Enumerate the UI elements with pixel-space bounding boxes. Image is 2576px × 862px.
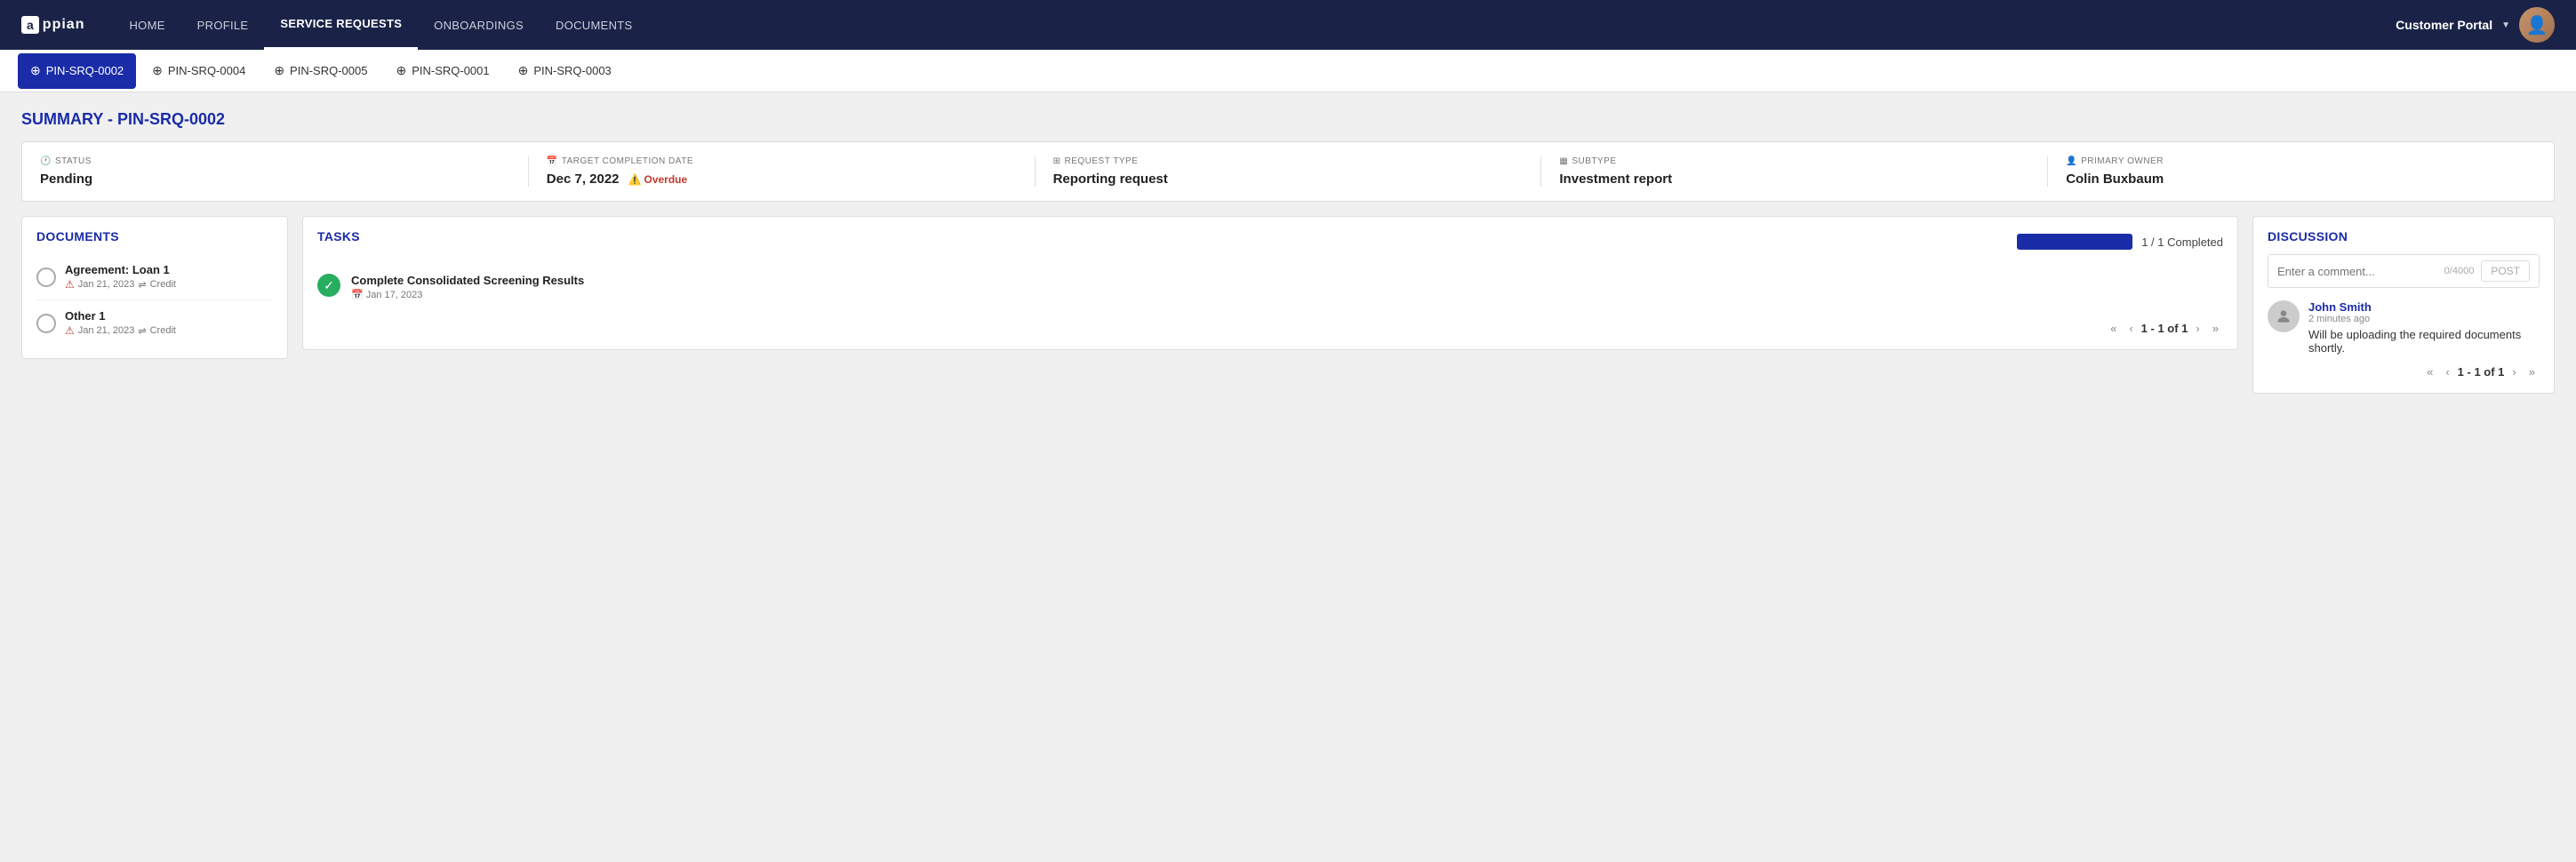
share-icon-1: ⇌ [138, 325, 146, 337]
tab-icon-3: ⊕ [396, 63, 406, 78]
primary-owner-value: Colin Buxbaum [2066, 172, 2536, 187]
tasks-next-btn[interactable]: › [2191, 320, 2204, 337]
disc-next-btn[interactable]: › [2508, 363, 2520, 380]
field-request-type: ⊞ REQUEST TYPE Reporting request [1053, 156, 1542, 187]
status-value: Pending [40, 172, 510, 187]
calendar-icon: 📅 [547, 156, 558, 166]
comment-input-row: 0/4000 POST [2268, 254, 2540, 288]
discussion-pagination: « ‹ 1 - 1 of 1 › » [2268, 363, 2540, 380]
overdue-badge: ⚠️ Overdue [628, 173, 688, 186]
tasks-header: TASKS 1 / 1 Completed [317, 229, 2223, 254]
clock-icon: 🕐 [40, 156, 52, 166]
field-subtype: ▦ SUBTYPE Investment report [1559, 156, 2048, 187]
discussion-title: DISCUSSION [2268, 229, 2540, 243]
request-type-value: Reporting request [1053, 172, 1524, 187]
field-target-date: 📅 TARGET COMPLETION DATE Dec 7, 2022 ⚠️ … [547, 156, 1036, 187]
task-check-0: ✓ [317, 274, 340, 297]
doc-warn-icon-1: ⚠ [65, 324, 75, 337]
tasks-pagination: « ‹ 1 - 1 of 1 › » [317, 320, 2223, 337]
disc-prev-btn[interactable]: ‹ [2441, 363, 2453, 380]
nav-onboardings[interactable]: ONBOARDINGS [418, 0, 540, 50]
task-cal-icon: 📅 [351, 289, 364, 300]
subtype-icon: ▦ [1559, 156, 1568, 166]
doc-name-1: Other 1 [65, 309, 176, 323]
tasks-prev-btn[interactable]: ‹ [2124, 320, 2137, 337]
avatar[interactable]: 👤 [2519, 7, 2555, 43]
summary-title: SUMMARY - PIN-SRQ-0002 [21, 110, 2555, 129]
appian-logo[interactable]: a ppian [21, 16, 84, 34]
tasks-page-info: 1 - 1 of 1 [2141, 322, 2188, 335]
tab-pin-srq-0003[interactable]: ⊕ PIN-SRQ-0003 [506, 53, 624, 89]
tab-icon-0: ⊕ [30, 63, 41, 78]
nav-home[interactable]: HOME [113, 0, 180, 50]
tab-pin-srq-0002[interactable]: ⊕ PIN-SRQ-0002 [18, 53, 136, 89]
comment-input[interactable] [2277, 265, 2437, 278]
comment-time-0: 2 minutes ago [2308, 314, 2540, 324]
nav-service-requests[interactable]: SERVICE REQUESTS [264, 0, 418, 50]
tasks-title: TASKS [317, 229, 360, 243]
comment-text-0: Will be uploading the required documents… [2308, 328, 2540, 355]
task-name-0: Complete Consolidated Screening Results [351, 274, 584, 287]
documents-panel: DOCUMENTS Agreement: Loan 1 ⚠ Jan 21, 20… [21, 216, 288, 359]
tab-icon-4: ⊕ [518, 63, 529, 78]
avatar-image: 👤 [2519, 7, 2555, 43]
disc-first-btn[interactable]: « [2422, 363, 2437, 380]
share-icon-0: ⇌ [138, 279, 146, 291]
tasks-last-btn[interactable]: » [2208, 320, 2223, 337]
tab-icon-1: ⊕ [152, 63, 163, 78]
tasks-first-btn[interactable]: « [2106, 320, 2121, 337]
target-date-value: Dec 7, 2022 [547, 172, 620, 187]
tab-pin-srq-0004[interactable]: ⊕ PIN-SRQ-0004 [140, 53, 258, 89]
documents-title: DOCUMENTS [36, 229, 273, 243]
nav-documents[interactable]: DOCUMENTS [540, 0, 648, 50]
subtype-value: Investment report [1559, 172, 2029, 187]
user-icon [2275, 307, 2292, 325]
nav-links: HOME PROFILE SERVICE REQUESTS ONBOARDING… [113, 0, 2396, 50]
tab-pin-srq-0005[interactable]: ⊕ PIN-SRQ-0005 [261, 53, 380, 89]
tab-pin-srq-0001[interactable]: ⊕ PIN-SRQ-0001 [383, 53, 501, 89]
progress-bar-container: 1 / 1 Completed [2017, 234, 2223, 250]
main-content: SUMMARY - PIN-SRQ-0002 🕐 STATUS Pending … [0, 92, 2576, 411]
navbar-right: Customer Portal ▼ 👤 [2396, 7, 2555, 43]
discussion-panel: DISCUSSION 0/4000 POST John Smith 2 minu… [2252, 216, 2555, 394]
progress-bar [2017, 234, 2132, 250]
doc-name-0: Agreement: Loan 1 [65, 263, 176, 276]
commenter-avatar-0 [2268, 300, 2300, 332]
commenter-name-0: John Smith [2308, 300, 2540, 314]
task-item-0: ✓ Complete Consolidated Screening Result… [317, 265, 2223, 309]
tasks-panel: TASKS 1 / 1 Completed ✓ Complete Consoli… [302, 216, 2238, 350]
doc-radio-0[interactable] [36, 267, 56, 287]
doc-warn-icon-0: ⚠ [65, 278, 75, 291]
field-primary-owner: 👤 PRIMARY OWNER Colin Buxbaum [2066, 156, 2536, 187]
overdue-icon: ⚠️ [628, 173, 642, 186]
tab-icon-2: ⊕ [274, 63, 284, 78]
tabs-bar: ⊕ PIN-SRQ-0002 ⊕ PIN-SRQ-0004 ⊕ PIN-SRQ-… [0, 50, 2576, 92]
disc-page-info: 1 - 1 of 1 [2458, 365, 2505, 379]
navbar: a ppian HOME PROFILE SERVICE REQUESTS ON… [0, 0, 2576, 50]
portal-label: Customer Portal [2396, 18, 2492, 32]
summary-card: 🕐 STATUS Pending 📅 TARGET COMPLETION DAT… [21, 141, 2555, 202]
bottom-section: DOCUMENTS Agreement: Loan 1 ⚠ Jan 21, 20… [21, 216, 2555, 394]
disc-last-btn[interactable]: » [2524, 363, 2540, 380]
progress-label: 1 / 1 Completed [2141, 235, 2223, 249]
post-button[interactable]: POST [2481, 260, 2530, 282]
doc-item-1: Other 1 ⚠ Jan 21, 2023 ⇌ Credit [36, 300, 273, 346]
comment-counter: 0/4000 [2444, 266, 2475, 276]
doc-radio-1[interactable] [36, 314, 56, 333]
owner-icon: 👤 [2066, 156, 2077, 166]
request-type-icon: ⊞ [1053, 156, 1061, 166]
comment-entry-0: John Smith 2 minutes ago Will be uploadi… [2268, 300, 2540, 355]
field-status: 🕐 STATUS Pending [40, 156, 529, 187]
portal-caret[interactable]: ▼ [2501, 20, 2510, 30]
nav-profile[interactable]: PROFILE [181, 0, 265, 50]
doc-item-0: Agreement: Loan 1 ⚠ Jan 21, 2023 ⇌ Credi… [36, 254, 273, 300]
